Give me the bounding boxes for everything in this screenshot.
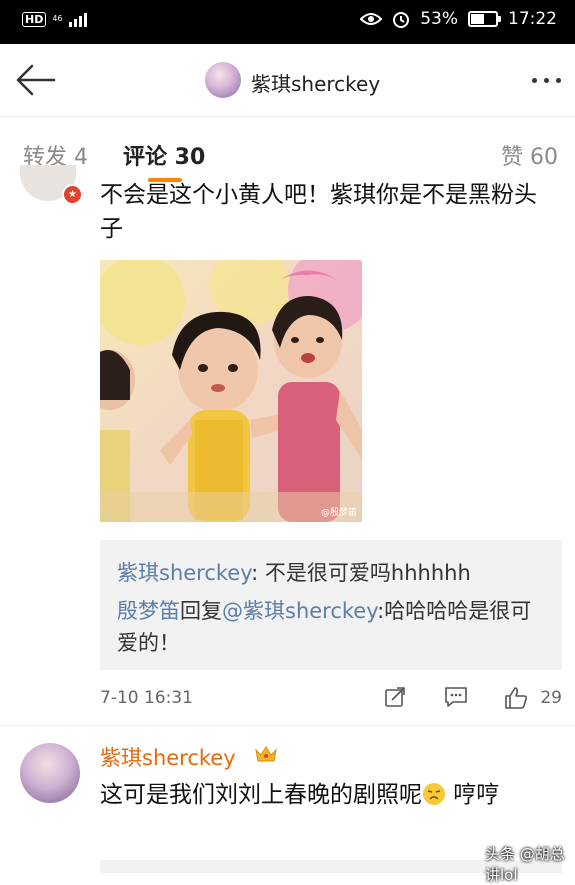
back-arrow-icon[interactable] [14,62,58,98]
alarm-icon [393,12,410,28]
battery-icon [468,11,501,27]
clock: 17:22 [508,9,557,29]
reply-username[interactable]: 殷梦笛 [117,599,180,623]
battery-percent: 53% [420,9,458,29]
tab-comment[interactable]: 评论 30 [123,139,205,171]
reply-mention[interactable]: @紫琪sherckey [222,599,377,623]
reply-text: 不是很可爱吗hhhhhh [264,561,471,585]
status-bar: HD 46 53% 17:22 [0,0,575,44]
tab-like[interactable]: 赞 60 [501,139,558,171]
eye-icon [360,13,383,25]
tab-bar: 转发 4 评论 30 赞 60 [0,117,575,187]
reply-username[interactable]: 紫琪sherckey [117,561,251,585]
hd-indicator: HD [22,11,47,27]
divider [0,725,575,726]
comment-text: 这可是我们刘刘上春晚的剧照呢 哼哼 [100,778,560,812]
network-type: 46 [52,14,63,23]
reply-item: 紫琪sherckey: 不是很可爱吗hhhhhh [117,557,471,587]
header-avatar[interactable] [205,62,241,98]
share-icon[interactable] [384,686,406,708]
comment-text-tail: 哼哼 [446,782,500,808]
page-header: 紫琪sherckey [0,44,575,117]
like-count: 29 [540,688,562,708]
signal-icon [68,11,87,27]
photo-watermark: @殷梦笛 [320,508,357,518]
comment-photo[interactable]: @殷梦笛 [100,260,362,522]
comment-time: 7-10 16:31 [100,688,193,708]
like-icon[interactable] [504,686,528,710]
site-watermark: 头条 @胡总讲lol [485,845,565,884]
reply-separator: : [251,561,265,585]
photo-image [100,260,362,522]
reply-action: 回复 [180,599,222,623]
comment-icon[interactable] [444,686,468,708]
avatar[interactable] [20,743,80,803]
more-options-icon[interactable] [532,78,561,83]
verified-badge-icon: ★ [62,184,83,205]
reply-box[interactable]: 紫琪sherckey: 不是很可爱吗hhhhhh 殷梦笛回复@紫琪shercke… [100,540,562,670]
comment-text: 不会是这个小黄人吧！紫琪你是不是黑粉头子 [100,182,537,242]
reply-item: 殷梦笛回复@紫琪sherckey:哈哈哈哈是很可爱的！ [117,595,547,659]
emoji-icon [423,783,445,805]
crown-badge-icon [255,746,277,762]
comment-username[interactable]: 紫琪sherckey [100,742,236,772]
comment-text-main: 这可是我们刘刘上春晚的剧照呢 [100,782,422,808]
comment-meta: 7-10 16:31 29 [100,686,562,710]
header-title[interactable]: 紫琪sherckey [251,68,380,97]
